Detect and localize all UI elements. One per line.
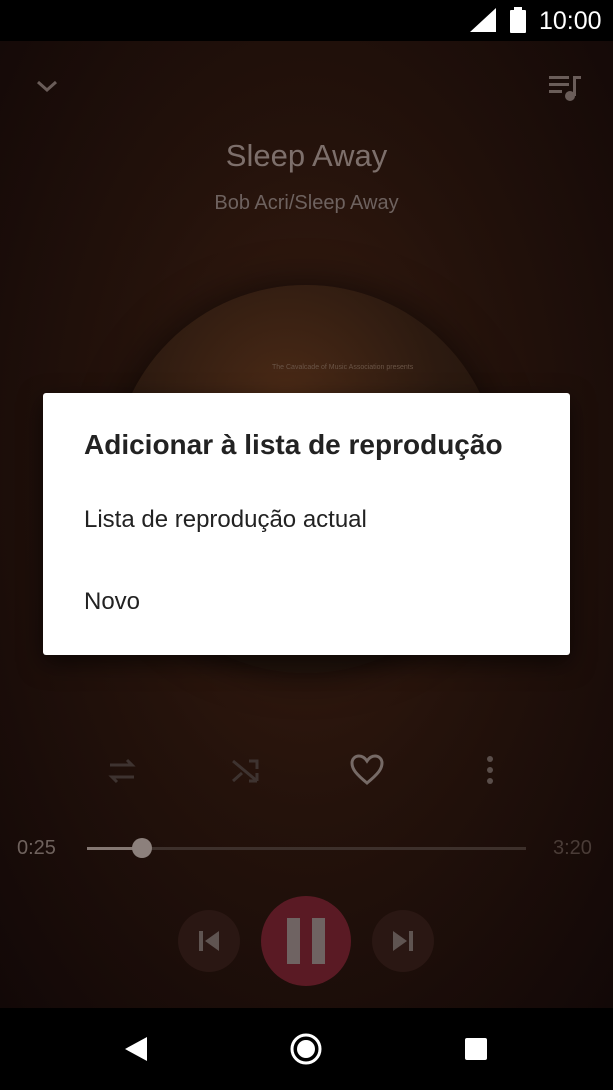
heart-icon[interactable] [350, 754, 384, 786]
back-triangle-icon[interactable] [125, 1037, 147, 1061]
battery-icon [510, 7, 526, 33]
current-playlist-option[interactable]: Lista de reprodução actual [43, 484, 570, 556]
seek-bar[interactable] [87, 847, 526, 850]
current-time: 0:25 [17, 837, 56, 859]
seek-bar-thumb[interactable] [131, 838, 152, 858]
song-artist: Bob Acri/Sleep Away [214, 192, 399, 214]
add-to-playlist-dialog: Adicionar à lista de reprodução Lista de… [43, 393, 570, 655]
previous-button[interactable] [178, 910, 240, 972]
pause-icon [287, 918, 325, 964]
song-title: Sleep Away [225, 138, 388, 173]
more-vert-icon[interactable] [484, 755, 496, 787]
skip-previous-icon [199, 931, 219, 951]
queue-music-icon[interactable] [549, 74, 583, 102]
cell-signal-icon [470, 8, 496, 32]
status-bar: 10:00 [0, 0, 613, 41]
navigation-bar [0, 1008, 613, 1090]
album-art-caption: The Cavalcade of Music Association prese… [272, 364, 414, 371]
option-label: Novo [84, 588, 141, 615]
status-time: 10:00 [539, 7, 602, 35]
skip-next-icon [393, 931, 413, 951]
next-button[interactable] [372, 910, 434, 972]
new-playlist-option[interactable]: Novo [43, 566, 570, 638]
home-circle-icon[interactable] [289, 1032, 323, 1066]
repeat-icon[interactable] [106, 755, 138, 787]
pause-button[interactable] [261, 896, 351, 986]
shuffle-icon[interactable] [229, 755, 261, 787]
recents-square-icon[interactable] [465, 1038, 487, 1060]
dialog-title: Adicionar à lista de reprodução [84, 429, 503, 460]
option-label: Lista de reprodução actual [84, 506, 367, 533]
total-time: 3:20 [553, 837, 592, 859]
chevron-down-icon[interactable] [35, 78, 59, 94]
